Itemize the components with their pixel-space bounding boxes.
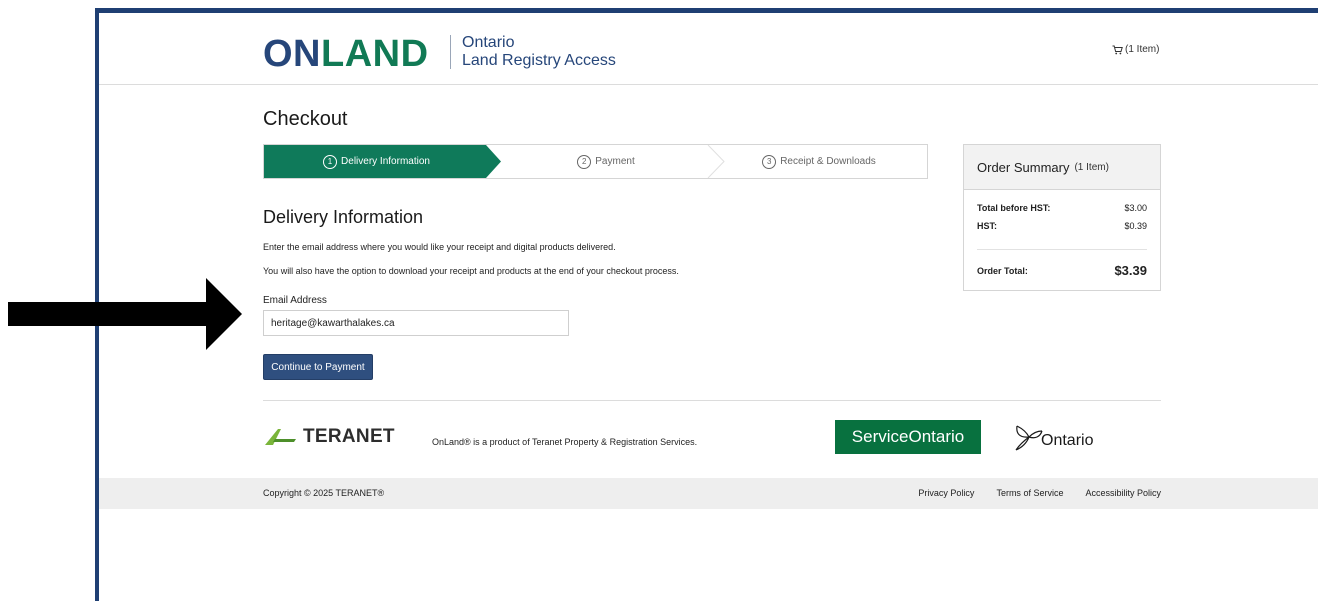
footer-links: Privacy Policy Terms of Service Accessib… bbox=[918, 488, 1161, 498]
order-summary-header: Order Summary (1 Item) bbox=[964, 145, 1160, 190]
teranet-logo: TERANET bbox=[265, 426, 395, 448]
step-delivery-information: 1 Delivery Information bbox=[264, 145, 501, 178]
step-number: 2 bbox=[577, 154, 592, 169]
ontario-wordmark: Ontario bbox=[1041, 432, 1094, 449]
logo-subtitle-line1: Ontario bbox=[462, 34, 515, 51]
summary-divider bbox=[977, 249, 1147, 250]
email-field[interactable] bbox=[263, 310, 569, 336]
page: ONLAND Ontario Land Registry Access (1 I… bbox=[0, 0, 1318, 601]
footer-bar: Copyright © 2025 TERANET® Privacy Policy… bbox=[99, 478, 1318, 509]
cart-icon bbox=[1112, 45, 1123, 54]
pointer-arrow-icon bbox=[8, 278, 242, 350]
page-title: Checkout bbox=[263, 108, 348, 130]
logo-subtitle: Ontario Land Registry Access bbox=[462, 34, 616, 70]
step-receipt-downloads: 3 Receipt & Downloads bbox=[711, 145, 927, 178]
checkout-stepper: 1 Delivery Information 2 Payment 3 Recei… bbox=[263, 144, 928, 179]
step-label: Receipt & Downloads bbox=[780, 156, 876, 167]
summary-row-value: $0.39 bbox=[1124, 221, 1147, 231]
trillium-icon bbox=[1015, 425, 1043, 451]
privacy-policy-link[interactable]: Privacy Policy bbox=[918, 488, 974, 498]
footer-divider bbox=[263, 400, 1161, 401]
order-summary-title: Order Summary bbox=[977, 159, 1070, 175]
summary-row-label: Total before HST: bbox=[977, 203, 1051, 213]
section-title: Delivery Information bbox=[263, 207, 424, 227]
copyright-text: Copyright © 2025 TERANET® bbox=[263, 488, 385, 498]
accessibility-policy-link[interactable]: Accessibility Policy bbox=[1085, 488, 1161, 498]
step-payment: 2 Payment bbox=[501, 145, 711, 178]
summary-row-label: HST: bbox=[977, 221, 997, 231]
logo-divider bbox=[450, 35, 451, 69]
teranet-wordmark: TERANET bbox=[303, 426, 395, 447]
step-label: Delivery Information bbox=[341, 156, 430, 167]
terms-of-service-link[interactable]: Terms of Service bbox=[996, 488, 1063, 498]
order-total-label: Order Total: bbox=[977, 265, 1028, 276]
email-label: Email Address bbox=[263, 295, 327, 306]
order-total-value: $3.39 bbox=[1114, 263, 1147, 278]
step-label: Payment bbox=[595, 156, 635, 167]
logo-on: ON bbox=[263, 33, 321, 75]
logo-land: LAND bbox=[321, 33, 429, 75]
onland-logo[interactable]: ONLAND bbox=[263, 34, 429, 74]
teranet-mark-icon bbox=[265, 429, 296, 445]
cart-count: (1 Item) bbox=[1125, 44, 1160, 55]
summary-row: Total before HST: $3.00 bbox=[977, 203, 1147, 213]
order-summary-count: (1 Item) bbox=[1074, 161, 1109, 173]
download-info-text: You will also have the option to downloa… bbox=[263, 266, 679, 276]
summary-row-value: $3.00 bbox=[1124, 203, 1147, 213]
step-number: 1 bbox=[323, 154, 338, 169]
summary-row: HST: $0.39 bbox=[977, 221, 1147, 231]
ontario-logo: Ontario bbox=[1013, 423, 1093, 451]
order-summary-panel: Order Summary (1 Item) Total before HST:… bbox=[963, 144, 1161, 291]
logo-subtitle-line2: Land Registry Access bbox=[462, 52, 616, 69]
order-total-row: Order Total: $3.39 bbox=[977, 263, 1147, 278]
site-header: ONLAND Ontario Land Registry Access (1 I… bbox=[99, 13, 1318, 85]
serviceontario-logo: ServiceOntario bbox=[835, 420, 981, 454]
cart-link[interactable]: (1 Item) bbox=[1112, 44, 1159, 55]
product-note: OnLand® is a product of Teranet Property… bbox=[432, 437, 698, 447]
step-number: 3 bbox=[762, 154, 777, 169]
continue-to-payment-button[interactable]: Continue to Payment bbox=[263, 354, 373, 380]
delivery-info-text: Enter the email address where you would … bbox=[263, 242, 616, 252]
